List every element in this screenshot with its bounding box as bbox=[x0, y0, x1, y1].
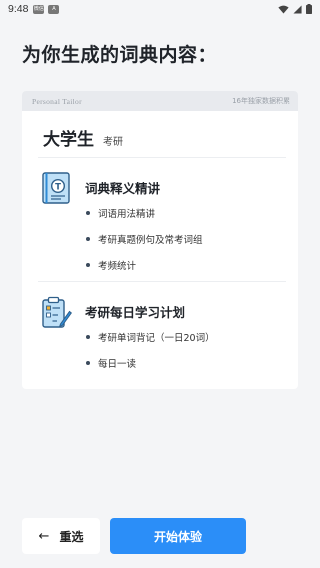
start-experience-button[interactable]: 开始体验 bbox=[110, 518, 246, 554]
list-item: 考研真题例句及常考词组 bbox=[86, 232, 203, 246]
list-item: 词语用法精讲 bbox=[86, 206, 155, 220]
list-item: 每日一读 bbox=[86, 356, 136, 370]
notification-badge-wechat: 微信 bbox=[33, 4, 45, 14]
wifi-icon bbox=[278, 5, 289, 14]
list-item-label: 词语用法精讲 bbox=[98, 209, 156, 220]
status-bar: 9:48 微信 A bbox=[0, 0, 320, 18]
list-item-label: 每日一读 bbox=[98, 359, 137, 370]
list-item-label: 考频统计 bbox=[98, 261, 137, 272]
signal-icon bbox=[293, 4, 302, 14]
section-title-dictionary: 词典释义精讲 bbox=[85, 181, 161, 196]
bullet-dot bbox=[86, 335, 90, 339]
card-header-note: 16年独家数据积累 bbox=[232, 97, 290, 105]
card-header: Personal Tailor 16年独家数据积累 bbox=[22, 91, 298, 111]
dictionary-book-icon: T bbox=[42, 172, 70, 204]
bullet-dot bbox=[86, 263, 90, 267]
dictionary-content-card: Personal Tailor 16年独家数据积累 大学生 考研 T 词典释义精… bbox=[22, 91, 298, 389]
word-row: 大学生 考研 bbox=[43, 125, 123, 150]
reselect-button[interactable]: ← 重选 bbox=[22, 518, 100, 554]
bullet-dot bbox=[86, 361, 90, 365]
list-item: 考频统计 bbox=[86, 258, 136, 272]
section-title-study-plan: 考研每日学习计划 bbox=[85, 305, 186, 320]
bullet-dot bbox=[86, 211, 90, 215]
study-plan-checklist-icon bbox=[42, 296, 72, 328]
notification-badge-a: A bbox=[48, 4, 60, 14]
divider bbox=[38, 281, 286, 282]
list-item: 考研单词背记（一日20词） bbox=[86, 330, 215, 344]
page-title: 为你生成的词典内容： bbox=[22, 44, 218, 66]
list-item-label: 考研单词背记（一日20词） bbox=[98, 333, 215, 344]
status-time: 9:48 bbox=[8, 3, 29, 15]
reselect-label: 重选 bbox=[59, 529, 84, 544]
bullet-dot bbox=[86, 237, 90, 241]
headword: 大学生 bbox=[43, 130, 94, 150]
battery-icon bbox=[306, 4, 312, 14]
svg-text:T: T bbox=[55, 182, 61, 192]
start-label: 开始体验 bbox=[153, 529, 202, 544]
arrow-left-icon: ← bbox=[38, 528, 50, 544]
list-item-label: 考研真题例句及常考词组 bbox=[98, 235, 203, 246]
exam-tag: 考研 bbox=[103, 137, 123, 148]
card-header-brand: Personal Tailor bbox=[32, 96, 82, 106]
divider bbox=[38, 157, 286, 158]
